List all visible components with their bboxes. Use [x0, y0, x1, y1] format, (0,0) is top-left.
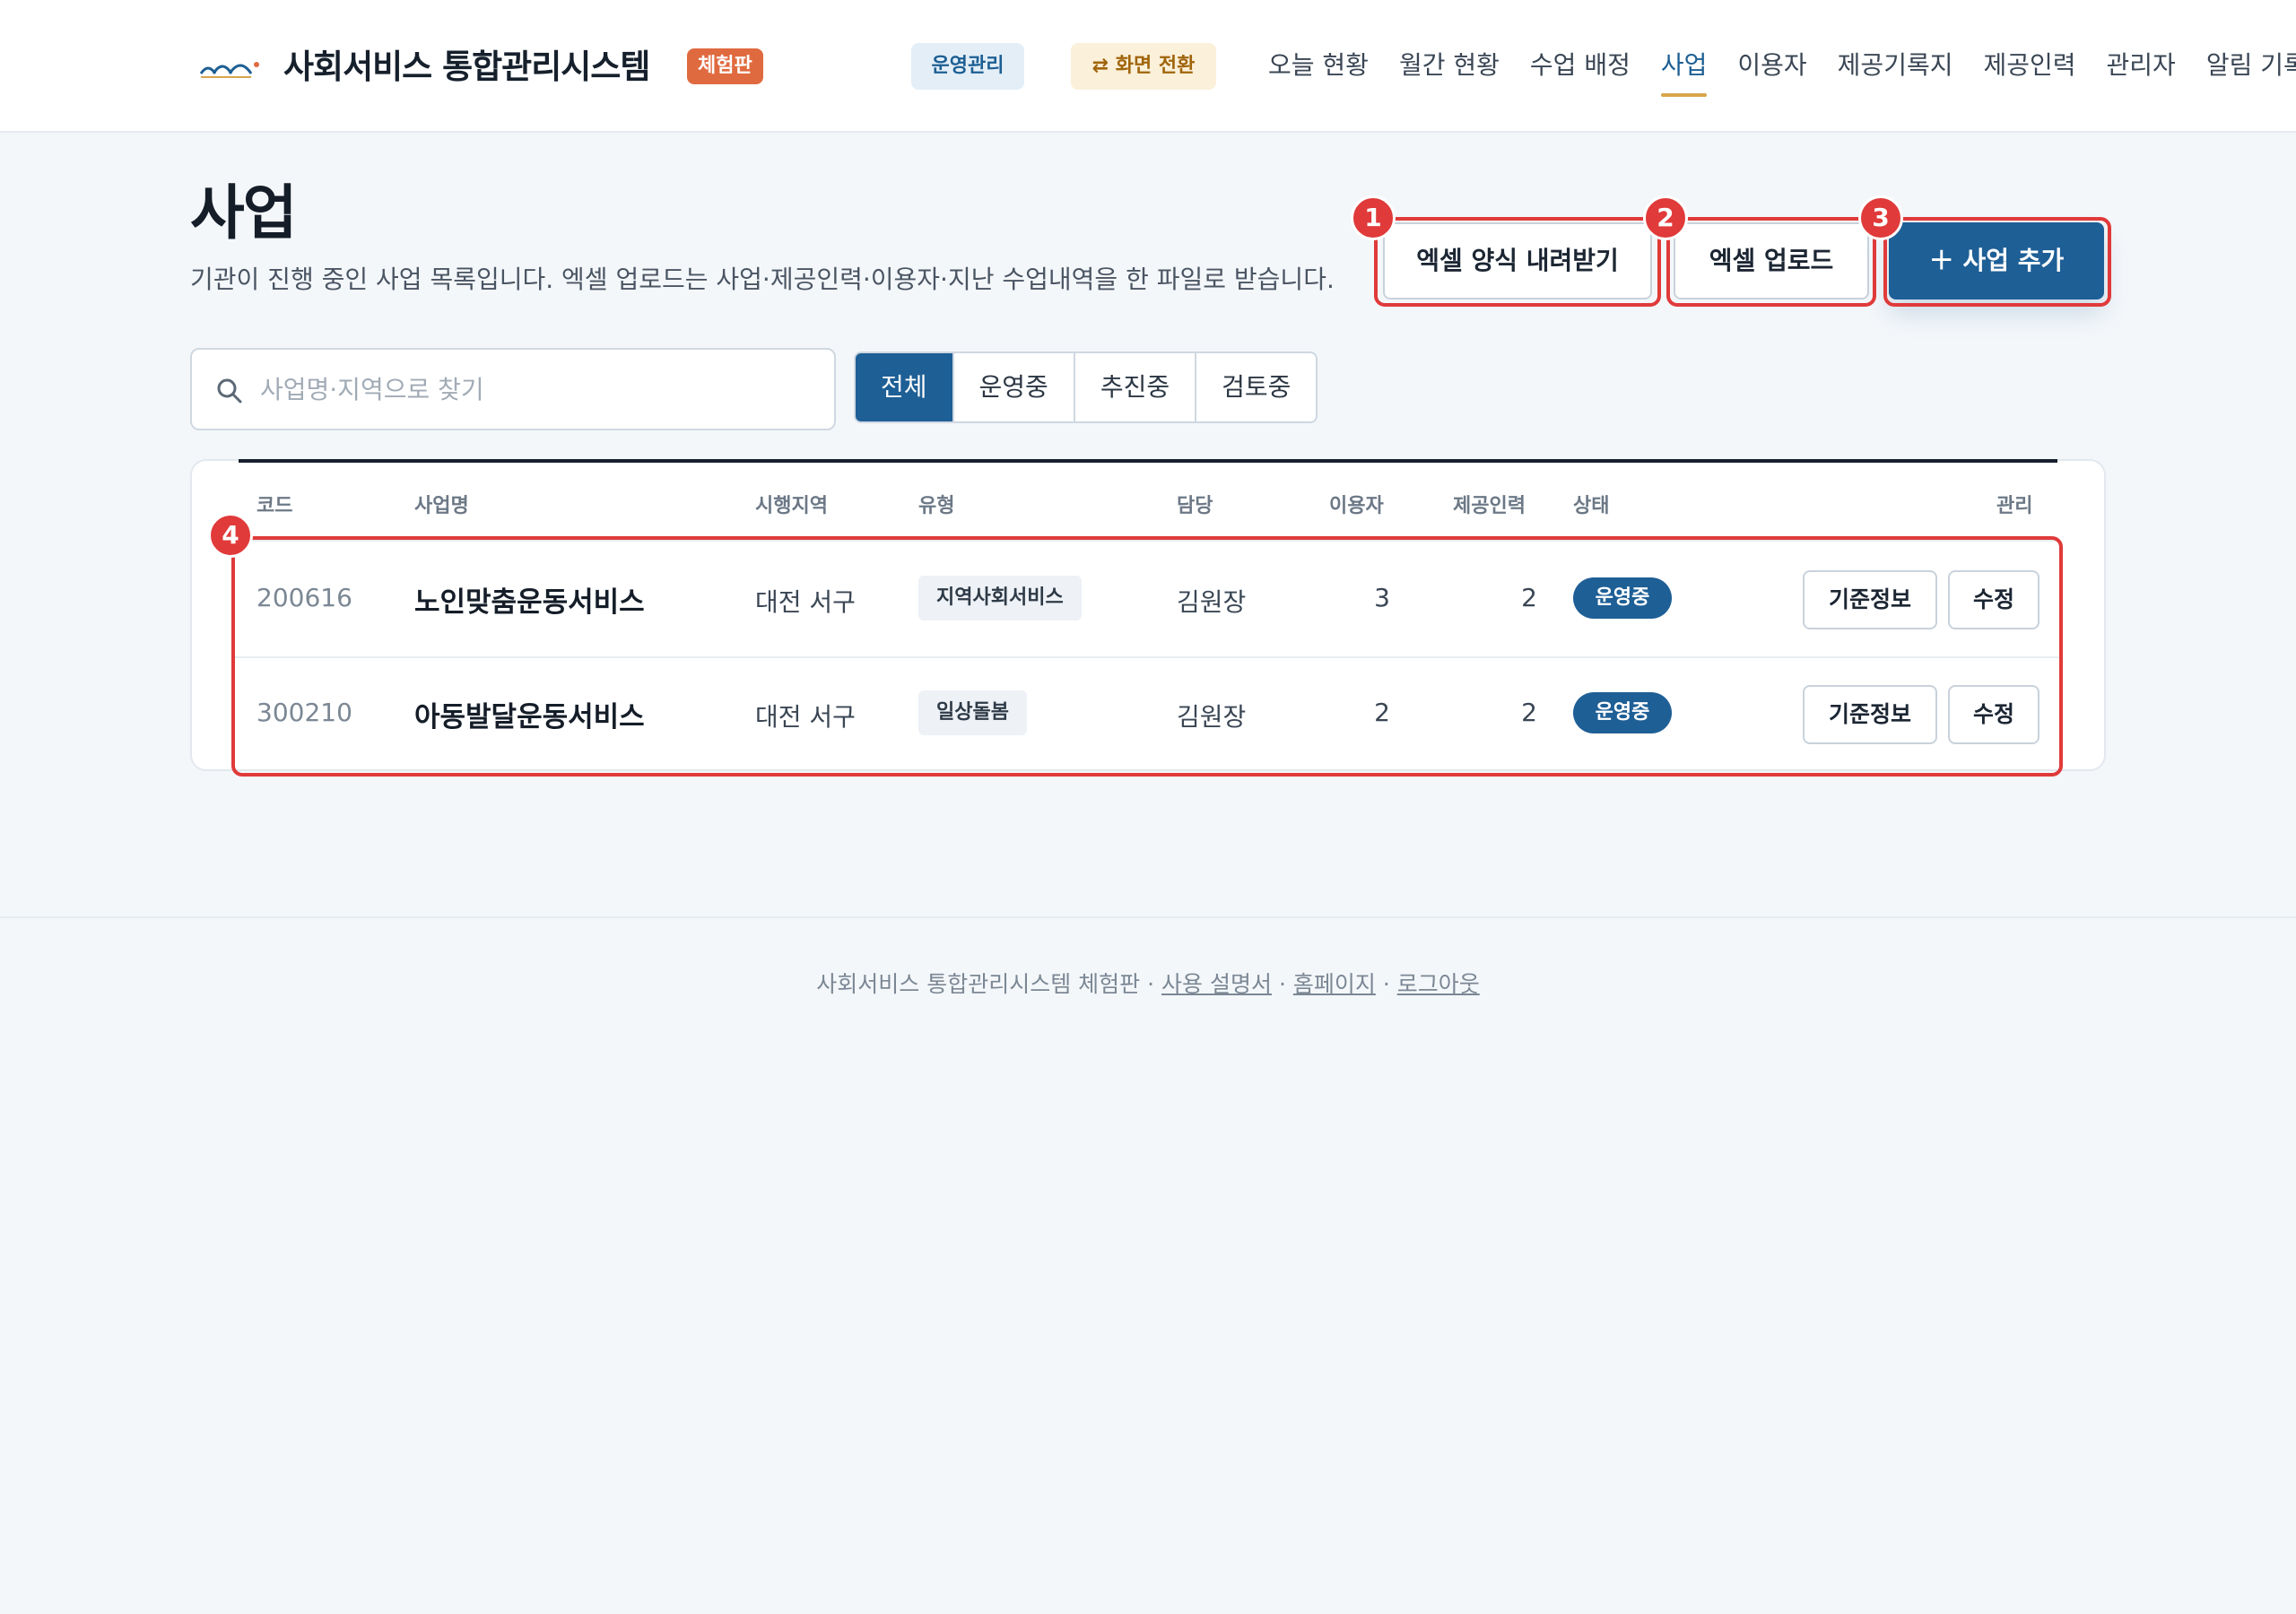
row-divider	[235, 656, 2059, 658]
page-description: 기관이 진행 중인 사업 목록입니다. 엑셀 업로드는 사업·제공인력·이용자·…	[190, 265, 1335, 294]
edit-button[interactable]: 수정	[1948, 570, 2039, 629]
top-bar: 사회서비스 통합관리시스템 체험판 운영관리 ⇄ 화면 전환 오늘 현황 월간 …	[0, 0, 2296, 133]
table-top-rule	[239, 459, 2057, 463]
screen-switch-button[interactable]: ⇄ 화면 전환	[1071, 43, 1216, 90]
brand-title[interactable]: 사회서비스 통합관리시스템	[283, 39, 650, 88]
search-input[interactable]	[260, 350, 816, 429]
search-icon	[217, 378, 242, 404]
filter-tab-reviewing[interactable]: 검토중	[1195, 353, 1316, 421]
col-header-code: 코드	[257, 495, 293, 517]
step-marker-2: 2	[1643, 195, 1688, 240]
col-header-staff: 제공인력	[1453, 495, 1526, 517]
cell-user-count: 3	[1374, 583, 1390, 612]
excel-upload-button[interactable]: 엑셀 업로드	[1674, 222, 1869, 299]
nav-users[interactable]: 이용자	[1737, 0, 1806, 131]
cell-staff-count: 2	[1521, 583, 1537, 612]
nav-admin[interactable]: 관리자	[2107, 0, 2176, 131]
nav-notification-log[interactable]: 알림 기록	[2206, 0, 2296, 131]
col-header-status: 상태	[1573, 495, 1610, 517]
nav-staff[interactable]: 제공인력	[1983, 0, 2075, 131]
cell-business-name: 아동발달운동서비스	[414, 701, 645, 733]
nav-business[interactable]: 사업	[1660, 0, 1707, 131]
cell-region: 대전 서구	[755, 587, 856, 617]
footer-separator: ·	[1382, 971, 1390, 997]
col-header-name: 사업명	[414, 495, 469, 517]
main-nav: 오늘 현황 월간 현황 수업 배정 사업 이용자 제공기록지 제공인력 관리자 …	[1268, 0, 2296, 131]
footer-link-homepage[interactable]: 홈페이지	[1293, 971, 1376, 997]
footer-link-manual[interactable]: 사용 설명서	[1161, 971, 1272, 997]
cell-manager: 김원장	[1177, 587, 1247, 617]
col-header-users: 이용자	[1329, 495, 1384, 517]
cell-business-name: 노인맞춤운동서비스	[414, 586, 645, 619]
col-header-type: 유형	[918, 495, 955, 517]
filter-tab-all[interactable]: 전체	[856, 353, 952, 421]
download-template-button[interactable]: 엑셀 양식 내려받기	[1383, 222, 1652, 299]
base-info-button[interactable]: 기준정보	[1803, 685, 1937, 744]
add-business-button[interactable]: ＋ 사업 추가	[1889, 222, 2104, 299]
footer-separator: ·	[1278, 971, 1286, 997]
edition-badge: 체험판	[687, 48, 763, 84]
search-box	[190, 348, 836, 430]
col-header-manage: 관리	[1996, 495, 2033, 517]
cell-code: 200616	[257, 583, 352, 612]
header-divider	[235, 540, 2059, 542]
footer: 사회서비스 통합관리시스템 체험판 · 사용 설명서 · 홈페이지 · 로그아웃	[0, 967, 2296, 999]
edit-button[interactable]: 수정	[1948, 685, 2039, 744]
col-header-manager: 담당	[1177, 495, 1213, 517]
type-chip: 일상돌봄	[918, 690, 1027, 735]
cell-region: 대전 서구	[755, 702, 856, 732]
status-badge: 운영중	[1573, 692, 1672, 733]
arc-logo-icon[interactable]	[199, 54, 262, 79]
step-marker-1: 1	[1351, 195, 1396, 240]
status-badge: 운영중	[1573, 577, 1672, 619]
step-marker-3: 3	[1858, 195, 1903, 240]
status-filter-tabs: 전체 운영중 추진중 검토중	[854, 351, 1318, 423]
cell-staff-count: 2	[1521, 698, 1537, 727]
base-info-button[interactable]: 기준정보	[1803, 570, 1937, 629]
cell-user-count: 2	[1374, 698, 1390, 727]
footer-separator: ·	[1147, 971, 1155, 997]
nav-class-assignment[interactable]: 수업 배정	[1530, 0, 1631, 131]
ops-management-chip[interactable]: 운영관리	[911, 43, 1024, 90]
col-header-region: 시행지역	[755, 495, 828, 517]
footer-divider	[0, 916, 2296, 918]
nav-monthly-status[interactable]: 월간 현황	[1399, 0, 1500, 131]
step-marker-4: 4	[208, 513, 253, 558]
page-title: 사업	[190, 178, 297, 247]
filter-tab-in-progress[interactable]: 추진중	[1073, 353, 1195, 421]
cell-code: 300210	[257, 698, 352, 727]
nav-service-records[interactable]: 제공기록지	[1838, 0, 1953, 131]
footer-text: 사회서비스 통합관리시스템 체험판	[816, 971, 1141, 997]
nav-today-status[interactable]: 오늘 현황	[1268, 0, 1369, 131]
footer-link-logout[interactable]: 로그아웃	[1397, 971, 1480, 997]
filter-tab-operating[interactable]: 운영중	[952, 353, 1074, 421]
type-chip: 지역사회서비스	[918, 576, 1082, 620]
cell-manager: 김원장	[1177, 702, 1247, 732]
